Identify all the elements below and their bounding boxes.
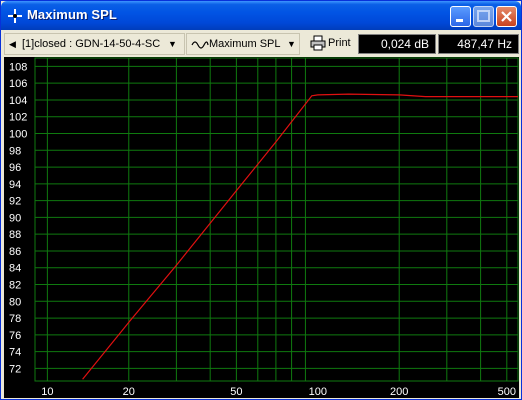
- chevron-down-icon[interactable]: ▼: [168, 39, 177, 49]
- x-tick-label: 500: [498, 386, 516, 398]
- sine-wave-icon: [191, 41, 209, 49]
- y-tick-label: 76: [9, 330, 21, 342]
- maximum-spl-window: Maximum SPL ◀ [1]closed : GDN-14-50-4-SC…: [0, 0, 522, 400]
- title-bar[interactable]: Maximum SPL: [1, 1, 521, 30]
- y-tick-label: 108: [9, 61, 27, 73]
- spl-chart-svg: 72 74 76 78 80 82 84 86 88 90 92 94 96 98 100 102 104 106…: [9, 57, 519, 398]
- speaker-selector-label: [1]closed : GDN-14-50-4-SC: [22, 38, 161, 50]
- x-tick-label: 50: [230, 386, 242, 398]
- close-button[interactable]: [496, 6, 517, 27]
- crosshair-icon: [8, 9, 22, 23]
- y-tick-label: 102: [9, 112, 27, 124]
- y-tick-label: 84: [9, 263, 21, 275]
- speaker-selector[interactable]: ◀ [1]closed : GDN-14-50-4-SC ▼: [4, 33, 185, 55]
- x-tick-label: 200: [390, 386, 408, 398]
- y-tick-label: 72: [9, 363, 21, 375]
- previous-arrow-icon[interactable]: ◀: [9, 39, 16, 50]
- x-tick-label: 20: [123, 386, 135, 398]
- x-tick-label: 100: [309, 386, 327, 398]
- db-readout: 0,024 dB: [358, 34, 436, 54]
- print-button[interactable]: Print: [304, 33, 356, 55]
- y-tick-label: 86: [9, 246, 21, 258]
- mode-selector[interactable]: Maximum SPL ▼: [186, 33, 300, 55]
- x-tick-label: 10: [41, 386, 53, 398]
- maximize-icon: [477, 10, 490, 22]
- y-tick-label: 88: [9, 229, 21, 241]
- frequency-readout: 487,47 Hz: [438, 34, 519, 54]
- toolbar: ◀ [1]closed : GDN-14-50-4-SC ▼ Maximum S…: [4, 33, 519, 55]
- maximize-button[interactable]: [473, 6, 494, 27]
- spl-chart[interactable]: 72 74 76 78 80 82 84 86 88 90 92 94 96 98 100 102 104 106…: [4, 57, 519, 398]
- spl-curve: [82, 93, 518, 380]
- y-tick-label: 92: [9, 196, 21, 208]
- y-tick-label: 80: [9, 296, 21, 308]
- plot-frame: [34, 57, 519, 382]
- y-tick-label: 106: [9, 78, 27, 90]
- print-label: Print: [328, 37, 351, 49]
- close-icon: [501, 11, 512, 22]
- y-tick-label: 82: [9, 280, 21, 292]
- printer-icon: [310, 35, 326, 51]
- y-tick-label: 90: [9, 212, 21, 224]
- y-tick-label: 78: [9, 313, 21, 325]
- y-tick-label: 74: [9, 347, 21, 359]
- window-title: Maximum SPL: [27, 7, 117, 22]
- chevron-down-icon[interactable]: ▼: [287, 39, 296, 49]
- y-tick-label: 96: [9, 162, 21, 174]
- y-tick-label: 104: [9, 95, 27, 107]
- y-tick-label: 94: [9, 179, 21, 191]
- y-tick-label: 100: [9, 129, 27, 141]
- minimize-button[interactable]: [450, 6, 471, 27]
- mode-selector-label: Maximum SPL: [209, 38, 281, 50]
- y-tick-label: 98: [9, 145, 21, 157]
- minimize-icon: [456, 19, 463, 22]
